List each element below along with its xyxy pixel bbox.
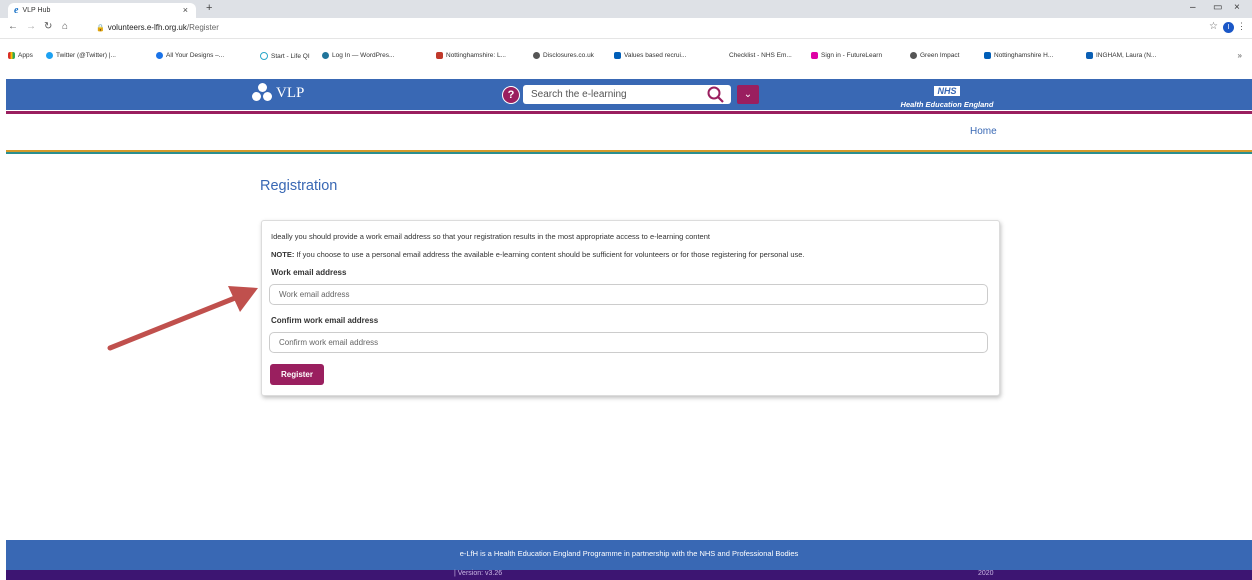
vlp-logo-icon: [252, 83, 274, 103]
vlp-logo[interactable]: VLP: [252, 83, 304, 103]
search-input[interactable]: [523, 85, 731, 104]
bookmark-values[interactable]: Values based recrui...: [614, 52, 686, 59]
annotation-arrow-icon: [107, 286, 258, 351]
bookmark-wordpress[interactable]: Log In — WordPres...: [322, 52, 394, 59]
address-bar: ← → ↻ ⌂ 🔒 volunteers.e-lfh.org.uk/Registe…: [0, 18, 1252, 39]
home-link[interactable]: Home: [970, 126, 997, 137]
footer-text: e-LfH is a Health Education England Prog…: [459, 549, 799, 558]
tab-close-icon[interactable]: ×: [183, 5, 188, 15]
url-path: /Register: [186, 23, 219, 32]
restore-icon[interactable]: ▭: [1213, 2, 1222, 13]
nhs-hee-logo: NHS Health Education England: [897, 81, 997, 109]
logo-text: VLP: [276, 84, 305, 101]
hee-text: Health Education England: [900, 100, 994, 109]
bookmark-nottinghamshire[interactable]: Nottinghamshire: L...: [436, 52, 506, 59]
page-title: Registration: [260, 178, 338, 194]
bookmark-futurelearn[interactable]: Sign in - FutureLearn: [811, 52, 882, 59]
version-text: | Version: v3.26: [454, 570, 503, 577]
bookmark-nottinghamshire-h[interactable]: Nottinghamshire H...: [984, 52, 1053, 59]
bookmark-canva[interactable]: All Your Designs –...: [156, 52, 224, 59]
apps-grid-icon: [8, 52, 15, 59]
globe-icon: [533, 52, 540, 59]
lifeqi-icon: [260, 52, 268, 60]
confirm-email-label: Confirm work email address: [271, 316, 379, 325]
bookmark-apps[interactable]: Apps: [8, 52, 33, 59]
forward-icon[interactable]: →: [26, 21, 36, 32]
bookmark-twitter[interactable]: Twitter (@Twitter) |...: [46, 52, 116, 59]
url-field[interactable]: 🔒 volunteers.e-lfh.org.uk/Register: [96, 23, 219, 32]
register-button[interactable]: Register: [270, 364, 324, 385]
close-window-icon[interactable]: ×: [1234, 2, 1240, 13]
browser-tab[interactable]: e VLP Hub ×: [8, 3, 196, 18]
minimize-icon[interactable]: –: [1190, 2, 1196, 13]
browser-tab-strip: e VLP Hub × + – ▭ ×: [0, 0, 1252, 18]
tab-title: VLP Hub: [22, 7, 51, 14]
profile-avatar[interactable]: I: [1223, 22, 1234, 33]
note-label: NOTE:: [271, 250, 295, 259]
note-body: If you choose to use a personal email ad…: [294, 250, 805, 259]
url-domain: volunteers.e-lfh.org.uk: [107, 23, 187, 32]
search-options-dropdown[interactable]: ⌄: [737, 85, 759, 104]
bookmark-outlook[interactable]: INGHAM, Laura (N...: [1086, 52, 1156, 59]
bookmarks-more-icon[interactable]: »: [1238, 51, 1242, 60]
new-tab-icon[interactable]: +: [206, 2, 212, 14]
nav-divider-teal: [6, 152, 1252, 154]
intro-text: Ideally you should provide a work email …: [271, 232, 710, 241]
reload-icon[interactable]: ↻: [44, 21, 52, 32]
note-text: NOTE: If you choose to use a personal em…: [271, 250, 805, 259]
help-icon[interactable]: ?: [502, 86, 520, 104]
bookmark-greenimpact[interactable]: Green Impact: [910, 52, 959, 59]
nhs-badge: NHS: [934, 86, 960, 96]
bookmark-checklist[interactable]: Checklist - NHS Em...: [729, 52, 792, 59]
wordpress-icon: [322, 52, 329, 59]
lock-icon: 🔒: [96, 25, 105, 32]
confirm-email-field[interactable]: [269, 332, 988, 353]
chevron-down-icon: ⌄: [743, 89, 753, 100]
footer-bottom-bar: [6, 570, 1252, 580]
bookmark-star-icon[interactable]: ☆: [1209, 21, 1218, 32]
bookmark-disclosures[interactable]: Disclosures.co.uk: [533, 52, 594, 59]
outlook-icon: [1086, 52, 1093, 59]
search-icon[interactable]: [706, 85, 726, 104]
copyright-year: 2020: [978, 570, 994, 577]
nottinghamshire-icon: [436, 52, 443, 59]
header-divider: [6, 111, 1252, 114]
twitter-icon: [46, 52, 53, 59]
globe-icon: [910, 52, 917, 59]
ie-favicon-icon: e: [14, 5, 19, 16]
futurelearn-icon: [811, 52, 818, 59]
registration-card: [261, 220, 1000, 396]
home-icon[interactable]: ⌂: [62, 21, 68, 32]
nhs-icon: [614, 52, 621, 59]
bookmark-lifeqi[interactable]: Start - Life QI: [260, 52, 310, 60]
email-label: Work email address: [271, 268, 347, 277]
nhs-icon: [984, 52, 991, 59]
email-field[interactable]: [269, 284, 988, 305]
menu-kebab-icon[interactable]: ⋮: [1237, 21, 1246, 32]
canva-icon: [156, 52, 163, 59]
back-icon[interactable]: ←: [8, 21, 18, 32]
